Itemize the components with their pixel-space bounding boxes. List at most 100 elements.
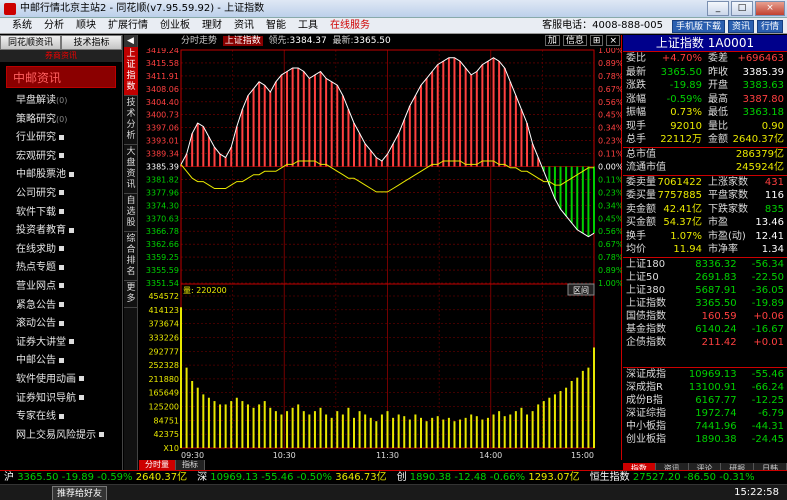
quote-label: 平盘家数 xyxy=(708,190,748,201)
news-category-item[interactable]: 紧急公告 xyxy=(0,297,122,316)
ticker-item[interactable]: 沪 3365.50 -19.89 -0.59% 2640.37亿 xyxy=(4,471,187,484)
vertical-tab[interactable]: 更多 xyxy=(124,281,138,308)
news-category-item[interactable]: 中邮公告 xyxy=(0,352,122,371)
tab-ths-news[interactable]: 同花顺资讯 xyxy=(0,35,61,50)
news-category-item[interactable]: 网上交易风险提示 xyxy=(0,427,122,446)
quotes-button[interactable]: 行情 xyxy=(756,19,783,33)
menu-gem[interactable]: 创业板 xyxy=(154,18,196,33)
news-category-item[interactable]: 滚动公告 xyxy=(0,315,122,334)
news-category-item[interactable]: 行业研究 xyxy=(0,129,122,148)
quote-value: 22112万 xyxy=(660,134,702,145)
tab-intraday-volume[interactable]: 分时量 xyxy=(139,460,176,470)
news-category-item[interactable]: 中邮股票池 xyxy=(0,166,122,185)
ticker-change: -86.50 xyxy=(683,472,717,483)
percent-tick-label: 0.23% xyxy=(598,137,622,146)
vertical-tab[interactable]: 综合排名 xyxy=(124,232,138,281)
news-category-item[interactable]: 公司研究 xyxy=(0,185,122,204)
index-row[interactable]: 企债指数 211.42 +0.01 xyxy=(623,336,787,349)
add-tool-button[interactable]: 加 xyxy=(544,35,560,46)
news-category-item[interactable]: 在线求助 xyxy=(0,241,122,260)
index-row[interactable]: 上证180 8336.32 -56.34 xyxy=(623,258,787,271)
maximize-button[interactable]: □ xyxy=(731,1,753,16)
index-row[interactable]: 上证380 5687.91 -36.05 xyxy=(623,284,787,297)
index-name: 中小板指 xyxy=(626,420,666,432)
menu-smart[interactable]: 智能 xyxy=(260,18,292,33)
index-row[interactable]: 深成指R 13100.91 -66.24 xyxy=(623,381,787,394)
vertical-tab[interactable]: 自选股 xyxy=(124,194,138,232)
index-value: 10969.13 xyxy=(688,368,737,380)
vertical-tab[interactable]: 大盘资讯 xyxy=(124,145,138,194)
menu-online-service[interactable]: 在线服务 xyxy=(324,18,376,33)
close-button[interactable]: × xyxy=(755,1,785,16)
news-category-item[interactable]: 证券大讲堂 xyxy=(0,334,122,353)
price-tick-label: 3419.24 xyxy=(146,48,179,55)
news-category-item[interactable]: 宏观研究 xyxy=(0,148,122,167)
quote-label: 委比 xyxy=(626,53,646,64)
bullet-square-icon xyxy=(59,246,64,252)
news-button[interactable]: 资讯 xyxy=(727,19,754,33)
quote-value: 0.90 xyxy=(761,120,784,132)
news-category-label: 早盘解读 xyxy=(16,95,56,106)
index-row[interactable]: 深证成指 10969.13 -55.46 xyxy=(623,368,787,381)
news-category-item[interactable]: 早盘解读(0) xyxy=(0,92,122,111)
index-row[interactable]: 深证综指 1972.74 -6.79 xyxy=(623,407,787,420)
left-panel-subtitle: 券商资讯 xyxy=(0,50,122,62)
close-chart-icon[interactable]: × xyxy=(606,35,620,46)
news-category-item[interactable]: 证券知识导航 xyxy=(0,390,122,409)
ticker-item[interactable]: 恒生指数 27527.20 -86.50 -0.31% xyxy=(590,471,755,484)
index-row[interactable]: 创业板指 1890.38 -24.45 xyxy=(623,433,787,446)
index-name: 上证180 xyxy=(626,258,666,270)
service-phone: 客服电话：4008-888-005 xyxy=(542,20,663,31)
recommend-friend-button[interactable]: 推荐给好友 xyxy=(52,486,108,500)
menu-system[interactable]: 系统 xyxy=(6,18,38,33)
vertical-tab[interactable]: 技术分析 xyxy=(124,96,138,145)
news-category-item[interactable]: 投资者教育 xyxy=(0,222,122,241)
quote-value: 42.41亿 xyxy=(663,203,702,215)
news-category-item[interactable]: 软件使用动画 xyxy=(0,371,122,390)
news-category-item[interactable]: 热点专题 xyxy=(0,259,122,278)
index-row[interactable]: 成份B指 6167.77 -12.25 xyxy=(623,394,787,407)
interval-button[interactable]: 区间 xyxy=(567,283,595,296)
news-category-item[interactable]: 策略研究(0) xyxy=(0,111,122,130)
menu-ext-quotes[interactable]: 扩展行情 xyxy=(102,18,154,33)
layout-icon[interactable]: ⊞ xyxy=(589,35,604,46)
index-change: -66.24 xyxy=(751,381,785,393)
quote-value: 13.46 xyxy=(755,217,784,228)
left-panel-header[interactable]: 中邮资讯 xyxy=(6,66,116,88)
tab-tech-indicators[interactable]: 技术指标 xyxy=(61,35,122,50)
news-category-item[interactable]: 软件下载 xyxy=(0,204,122,223)
index-row[interactable]: 基金指数 6140.24 -16.67 xyxy=(623,323,787,336)
info-tool-button[interactable]: 信息 xyxy=(562,35,587,46)
intraday-chart[interactable]: 3419.24 1.00% 3415.58 0.89% 3411.91 0.78% 3408… xyxy=(139,48,622,460)
mobile-download-button[interactable]: 手机版下载 xyxy=(671,19,725,33)
menu-analysis[interactable]: 分析 xyxy=(38,18,70,33)
index-name: 上证50 xyxy=(626,271,659,283)
index-row[interactable]: 中小板指 7441.96 -44.31 xyxy=(623,420,787,433)
index-value: 13100.91 xyxy=(688,381,737,393)
menu-sector[interactable]: 顺块 xyxy=(70,18,102,33)
collapse-arrow-icon[interactable]: ◀ xyxy=(124,35,137,47)
news-category-item[interactable]: 营业网点 xyxy=(0,278,122,297)
menu-tools[interactable]: 工具 xyxy=(292,18,324,33)
index-row[interactable]: 上证50 2691.83 -22.50 xyxy=(623,271,787,284)
app-logo-icon xyxy=(4,3,16,15)
minimize-button[interactable]: _ xyxy=(707,1,729,16)
quote-title: 上证指数 1A0001 xyxy=(623,35,787,52)
menu-finance[interactable]: 理财 xyxy=(196,18,228,33)
ticker-item[interactable]: 创 1890.38 -12.48 -0.66% 1293.07亿 xyxy=(397,471,580,484)
ticker-item[interactable]: 深 10969.13 -55.46 -0.50% 3646.73亿 xyxy=(197,471,386,484)
price-tick-label: 3355.59 xyxy=(146,266,179,275)
news-category-item[interactable]: 专家在线 xyxy=(0,408,122,427)
price-tick-label: 3393.01 xyxy=(146,137,179,146)
tab-indicator[interactable]: 指标 xyxy=(176,460,205,470)
vertical-tab[interactable]: 上证指数 xyxy=(124,47,138,96)
percent-tick-label: 0.56% xyxy=(598,98,622,107)
ticker-amount: 1293.07亿 xyxy=(528,472,580,483)
latest-value: 3365.50 xyxy=(353,36,391,46)
index-row[interactable]: 上证指数 3365.50 -19.89 xyxy=(623,297,787,310)
ticker-value: 27527.20 xyxy=(632,472,681,483)
index-value: 5687.91 xyxy=(695,284,737,296)
quote-label: 涨跌 xyxy=(626,80,646,91)
menu-news[interactable]: 资讯 xyxy=(228,18,260,33)
index-row[interactable]: 国债指数 160.59 +0.06 xyxy=(623,310,787,323)
